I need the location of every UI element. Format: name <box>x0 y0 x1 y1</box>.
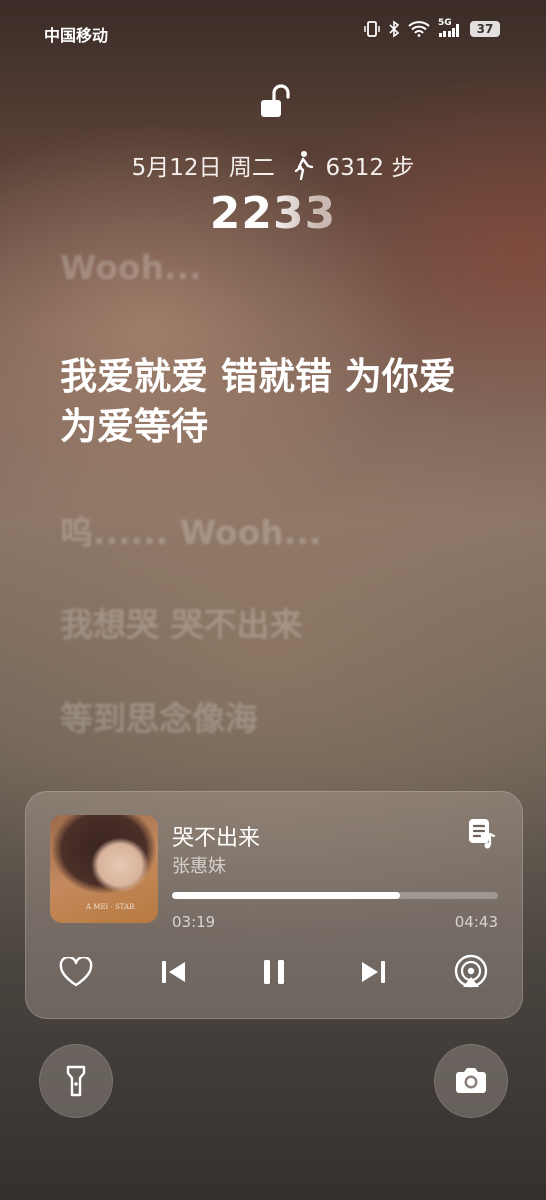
flashlight-button[interactable] <box>39 1044 113 1118</box>
progress-bar[interactable] <box>172 892 498 899</box>
next-button[interactable] <box>353 952 393 992</box>
previous-icon <box>162 961 185 983</box>
status-bar: 中国移动 5G 37 <box>0 18 546 45</box>
flashlight-icon <box>66 1065 86 1097</box>
lyrics-icon[interactable] <box>468 818 496 850</box>
walking-person-icon <box>294 151 314 180</box>
progress-fill <box>172 892 401 899</box>
pause-button[interactable] <box>254 952 294 992</box>
album-cover-text: A MEI · STAR <box>86 903 135 911</box>
battery-icon: 37 <box>470 21 500 37</box>
heart-icon <box>59 957 93 987</box>
carrier-name: 中国移动 <box>44 26 109 45</box>
lyric-current: 我爱就爱 错就错 为你爱 为爱等待 <box>60 355 456 448</box>
song-title: 哭不出来 <box>172 826 261 851</box>
battery-level: 37 <box>476 22 494 36</box>
album-cover[interactable]: A MEI · STAR <box>50 815 158 923</box>
next-icon <box>362 961 385 983</box>
vibrate-icon <box>364 21 380 37</box>
previous-button[interactable] <box>154 952 194 992</box>
elapsed-time: 03:19 <box>172 913 216 931</box>
date-text: 5月12日 周二 <box>131 155 275 181</box>
artist-name: 张惠妹 <box>172 856 226 877</box>
lyric-next-1: 呜...... Wooh... <box>60 513 322 552</box>
unlocked-padlock-icon[interactable] <box>258 84 292 120</box>
lyric-next-2: 我想哭 哭不出来 <box>60 605 303 644</box>
steps-count: 6312 步 <box>325 155 415 181</box>
lyric-next-3: 等到思念像海 <box>60 699 258 738</box>
camera-icon <box>456 1068 486 1093</box>
cast-button[interactable] <box>451 952 491 992</box>
camera-button[interactable] <box>434 1044 508 1118</box>
pause-icon <box>264 960 284 984</box>
total-time: 04:43 <box>454 913 498 931</box>
like-button[interactable] <box>56 952 96 992</box>
lock-clock: 2233 <box>0 188 546 239</box>
wifi-icon <box>408 21 430 37</box>
music-player-card: A MEI · STAR 哭不出来 张惠妹 03:19 04:43 <box>25 791 523 1019</box>
signal-5g-icon: 5G <box>438 18 462 38</box>
status-icons: 5G 37 <box>364 18 500 38</box>
bluetooth-icon <box>389 20 400 38</box>
lyric-previous: Wooh... <box>60 248 202 287</box>
date-steps-row: 5月12日 周二 6312 步 <box>0 148 546 182</box>
cast-icon <box>454 954 488 988</box>
